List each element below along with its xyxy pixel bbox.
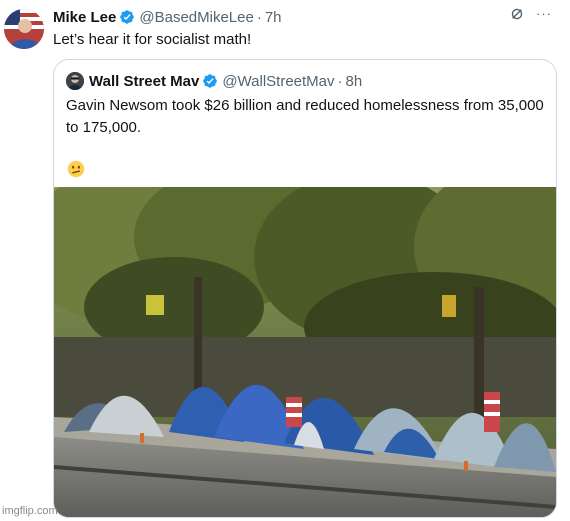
quoted-header: Wall Street Mav @WallStreetMav · 8h [66,72,362,90]
quoted-tweet[interactable]: Wall Street Mav @WallStreetMav · 8h Gavi… [53,59,557,518]
separator-dot: · [256,8,262,26]
verified-badge-icon [120,10,135,24]
quoted-photo[interactable] [54,187,556,517]
tweet-text: Let’s hear it for socialist math! [53,31,252,48]
author-handle[interactable]: @BasedMikeLee [139,9,253,26]
quoted-author-handle[interactable]: @WallStreetMav [222,73,334,90]
separator-dot: · [337,72,343,90]
quoted-author-name[interactable]: Wall Street Mav [89,73,199,90]
tweet-header: Mike Lee @BasedMikeLee · 7h ··· [53,7,560,27]
quoted-text: Gavin Newsom took $26 billion and reduce… [66,97,544,136]
grok-icon[interactable] [510,7,524,21]
quoted-avatar[interactable] [66,72,84,90]
more-options-icon[interactable]: ··· [536,7,552,21]
author-avatar[interactable] [4,9,44,49]
quoted-time[interactable]: 8h [346,73,363,90]
tweet-time[interactable]: 7h [265,9,282,26]
header-actions: ··· [510,7,552,21]
watermark: imgflip.com [2,505,58,517]
verified-badge-icon [203,74,218,88]
face-with-diagonal-mouth-icon [67,160,85,178]
tweet[interactable]: Mike Lee @BasedMikeLee · 7h ··· Let’s he… [0,0,570,521]
author-name[interactable]: Mike Lee [53,9,116,26]
